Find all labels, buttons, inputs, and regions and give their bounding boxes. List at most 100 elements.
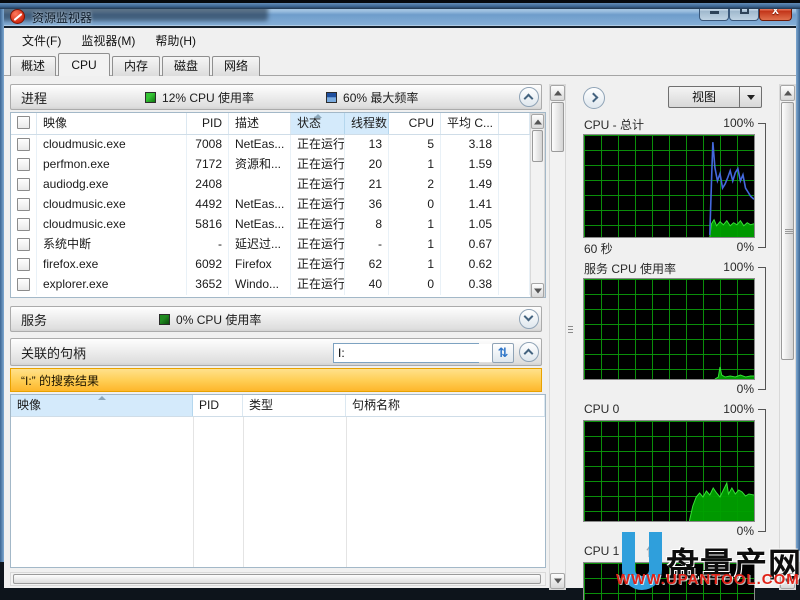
search-handles-button[interactable]: ⇅ — [492, 343, 514, 363]
cell-image: perfmon.exe — [37, 155, 187, 175]
scroll-up-button[interactable] — [780, 85, 795, 101]
cell-desc: NetEas... — [229, 195, 291, 215]
menu-item-2[interactable]: 帮助(H) — [147, 30, 204, 51]
processes-scrollbar[interactable] — [530, 113, 545, 298]
graph-axis-bracket — [758, 123, 766, 248]
row-checkbox[interactable] — [17, 258, 30, 271]
cell-avg: 3.18 — [441, 135, 499, 155]
table-row[interactable]: explorer.exe 3652 Windo... 正在运行 40 0 0.38 — [11, 275, 530, 295]
cell-threads: 13 — [345, 135, 389, 155]
resource-monitor-window: 资源监视器 x 文件(F) 监视器(M) 帮助(H) 概述 CPU 内存 磁盘 网络 进程 … — [0, 0, 800, 600]
row-checkbox[interactable] — [17, 178, 30, 191]
cell-pid: 5816 — [187, 215, 229, 235]
table-row[interactable]: cloudmusic.exe 5816 NetEas... 正在运行 8 1 1.05 — [11, 215, 530, 235]
column-header-pid[interactable]: PID — [193, 395, 243, 416]
table-row[interactable]: cloudmusic.exe 7008 NetEas... 正在运行 13 5 3.18 — [11, 135, 530, 155]
graph-min-label: 0% — [736, 524, 754, 538]
processes-table-header: 映像 PID 描述 状态 线程数 CPU 平均 C... — [11, 113, 530, 135]
cell-image: 系统中断 — [37, 235, 187, 255]
views-button[interactable]: 视图 — [668, 86, 740, 108]
table-row[interactable]: cloudmusic.exe 4492 NetEas... 正在运行 36 0 1.41 — [11, 195, 530, 215]
services-expand-button[interactable] — [519, 309, 539, 329]
column-header-cpu[interactable]: CPU — [389, 113, 441, 134]
scroll-up-button[interactable] — [531, 114, 544, 129]
column-header-pid[interactable]: PID — [187, 113, 229, 134]
row-checkbox-cell — [11, 275, 37, 295]
cell-filler — [499, 175, 530, 195]
row-checkbox[interactable] — [17, 278, 30, 291]
table-row[interactable]: audiodg.exe 2408 正在运行 21 2 1.49 — [11, 175, 530, 195]
expand-pane-button[interactable] — [583, 87, 605, 109]
scrollbar-thumb[interactable] — [551, 102, 564, 152]
views-dropdown-button[interactable] — [740, 86, 762, 108]
graph-max-label: 100% — [723, 116, 754, 130]
handles-search-input[interactable] — [334, 344, 497, 362]
scroll-down-button[interactable] — [550, 573, 565, 589]
cell-cpu: 0 — [389, 275, 441, 295]
cell-avg: 1.41 — [441, 195, 499, 215]
tab-概述[interactable]: 概述 — [10, 56, 56, 76]
cell-filler — [499, 275, 530, 295]
menu-item-1[interactable]: 监视器(M) — [73, 30, 143, 51]
cpu-usage-label: 12% CPU 使用率 — [162, 90, 255, 105]
row-checkbox[interactable] — [17, 238, 30, 251]
column-separator — [193, 417, 194, 567]
services-section-header[interactable]: 服务 0% CPU 使用率 — [10, 306, 542, 332]
cell-filler — [499, 215, 530, 235]
row-checkbox[interactable] — [17, 198, 30, 211]
table-row[interactable]: firefox.exe 6092 Firefox 正在运行 62 1 0.62 — [11, 255, 530, 275]
processes-section-header[interactable]: 进程 12% CPU 使用率 60% 最大频率 — [10, 84, 542, 110]
row-checkbox[interactable] — [17, 158, 30, 171]
cell-pid: 4492 — [187, 195, 229, 215]
graph-title: CPU - 总计 — [584, 118, 645, 132]
cell-threads: 62 — [345, 255, 389, 275]
handles-hscrollbar[interactable] — [10, 572, 546, 586]
table-row[interactable]: perfmon.exe 7172 资源和... 正在运行 20 1 1.59 — [11, 155, 530, 175]
graph-max-label: 100% — [723, 402, 754, 416]
handles-collapse-button[interactable] — [519, 342, 539, 362]
column-header-image[interactable]: 映像 — [11, 395, 193, 416]
processes-collapse-button[interactable] — [519, 87, 539, 107]
pane-splitter-grip[interactable] — [568, 326, 573, 327]
handles-search-box: × — [333, 343, 509, 363]
scrollbar-thumb[interactable] — [532, 130, 543, 162]
search-arrows-icon: ⇅ — [497, 345, 509, 360]
cell-desc: Firefox — [229, 255, 291, 275]
column-header-image[interactable]: 映像 — [37, 113, 187, 134]
right-pane-scrollbar[interactable] — [779, 84, 796, 590]
tab-磁盘[interactable]: 磁盘 — [162, 56, 210, 76]
column-header-desc[interactable]: 描述 — [229, 113, 291, 134]
tab-内存[interactable]: 内存 — [112, 56, 160, 76]
row-checkbox[interactable] — [17, 138, 30, 151]
scroll-down-button[interactable] — [531, 283, 544, 298]
scrollbar-thumb[interactable] — [781, 102, 794, 360]
graph-min-label: 0% — [736, 382, 754, 396]
column-header-type[interactable]: 类型 — [243, 395, 346, 416]
select-all-checkbox[interactable] — [17, 116, 30, 129]
row-checkbox-cell — [11, 195, 37, 215]
column-header-status[interactable]: 状态 — [291, 113, 345, 134]
max-frequency-legend-icon — [326, 91, 338, 103]
left-pane-scrollbar[interactable] — [549, 84, 566, 590]
column-header-avg[interactable]: 平均 C... — [441, 113, 499, 134]
hscrollbar-thumb[interactable] — [13, 574, 541, 584]
graph-max-label: 100% — [723, 260, 754, 274]
handles-table-header: 映像 PID 类型 句柄名称 — [11, 395, 545, 417]
cell-cpu: 1 — [389, 155, 441, 175]
tab-网络[interactable]: 网络 — [212, 56, 260, 76]
table-row[interactable]: 系统中断 - 延迟过... 正在运行 -1 0.67 — [11, 235, 530, 255]
thumb-grip-icon — [785, 229, 794, 230]
arrow-up-icon — [783, 90, 792, 96]
arrow-down-icon — [533, 288, 542, 293]
column-header-handle-name[interactable]: 句柄名称 — [346, 395, 545, 416]
cell-status: 正在运行 — [291, 135, 345, 155]
tab-CPU[interactable]: CPU — [58, 53, 110, 76]
window-border-left — [0, 0, 4, 562]
cell-image: cloudmusic.exe — [37, 195, 187, 215]
column-header-threads[interactable]: 线程数 — [345, 113, 389, 134]
row-checkbox[interactable] — [17, 218, 30, 231]
scroll-up-button[interactable] — [550, 85, 565, 101]
processes-table: 映像 PID 描述 状态 线程数 CPU 平均 C... cloudmusic.… — [10, 112, 546, 298]
row-checkbox-cell — [11, 235, 37, 255]
menu-item-0[interactable]: 文件(F) — [14, 30, 69, 51]
